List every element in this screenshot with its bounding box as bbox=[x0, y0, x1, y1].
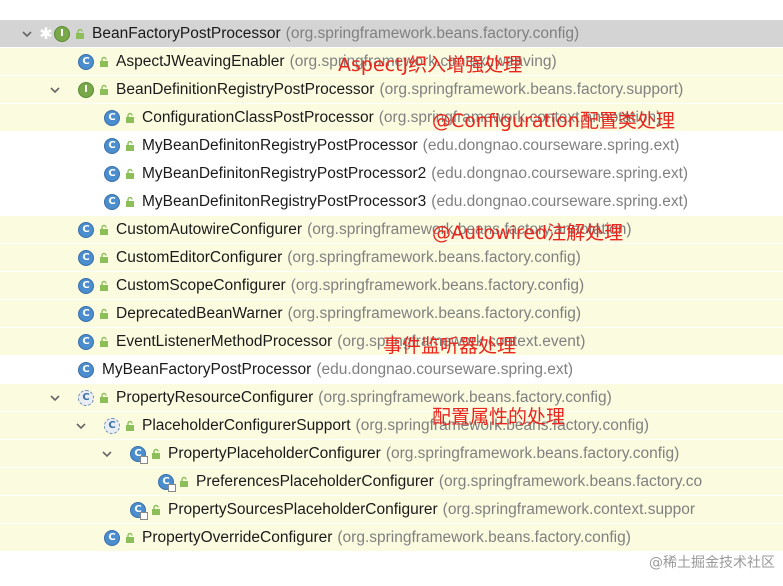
class-icon: C bbox=[78, 221, 94, 238]
class-icon: C bbox=[104, 109, 120, 126]
class-name: MyBeanDefinitonRegistryPostProcessor3 bbox=[142, 192, 427, 210]
chevron-down-icon[interactable] bbox=[48, 83, 62, 97]
lock-icon bbox=[124, 532, 136, 544]
class-name: BeanFactoryPostProcessor bbox=[92, 24, 281, 42]
class-name: CustomScopeConfigurer bbox=[116, 276, 286, 294]
lock-icon bbox=[98, 392, 110, 404]
class-icon: C bbox=[104, 137, 120, 154]
lock-icon bbox=[178, 476, 190, 488]
class-name: PropertyResourceConfigurer bbox=[116, 388, 314, 406]
tree-row-preferences-placeholder-configurer[interactable]: C PreferencesPlaceholderConfigurer (org.… bbox=[0, 468, 783, 495]
package-name: (org.springframework.beans.factory.co bbox=[438, 472, 703, 490]
class-icon: C bbox=[78, 277, 94, 294]
tree-row-deprecated-bean-warner[interactable]: C DeprecatedBeanWarner (org.springframew… bbox=[0, 300, 783, 327]
package-name: (org.springframework.beans.factory.confi… bbox=[285, 24, 580, 42]
annotation-configuration: @Configuration配置类处理 bbox=[432, 110, 675, 132]
lock-icon bbox=[124, 140, 136, 152]
tree-row-my-bean-definiton-registry-post-processor-2[interactable]: C MyBeanDefinitonRegistryPostProcessor2 … bbox=[0, 160, 783, 187]
tree-row-my-bean-definiton-registry-post-processor[interactable]: C MyBeanDefinitonRegistryPostProcessor (… bbox=[0, 132, 783, 159]
package-name: (edu.dongnao.courseware.spring.ext) bbox=[316, 360, 574, 378]
annotation-event-listener: 事件监听器处理 bbox=[383, 335, 517, 357]
class-name: PlaceholderConfigurerSupport bbox=[142, 416, 351, 434]
chevron-down-icon[interactable] bbox=[100, 447, 114, 461]
lock-icon bbox=[124, 196, 136, 208]
lock-icon bbox=[98, 224, 110, 236]
class-icon: C bbox=[104, 529, 120, 546]
interface-icon: I bbox=[78, 81, 94, 98]
lock-icon bbox=[98, 308, 110, 320]
class-icon: C bbox=[78, 361, 94, 378]
class-name: MyBeanDefinitonRegistryPostProcessor2 bbox=[142, 164, 427, 182]
tree-row-bean-definition-registry-post-processor[interactable]: I BeanDefinitionRegistryPostProcessor (o… bbox=[0, 76, 783, 103]
chevron-down-icon[interactable] bbox=[20, 27, 34, 41]
package-name: (edu.dongnao.courseware.spring.ext) bbox=[422, 136, 680, 154]
package-name: (org.springframework.beans.factory.confi… bbox=[337, 528, 631, 546]
lock-icon bbox=[124, 420, 136, 432]
class-icon: C bbox=[130, 445, 148, 464]
class-name: CustomAutowireConfigurer bbox=[116, 220, 303, 238]
annotation-property-config: 配置属性的处理 bbox=[432, 406, 566, 428]
class-icon: C bbox=[78, 305, 94, 322]
tree-row-my-bean-factory-post-processor[interactable]: C MyBeanFactoryPostProcessor (edu.dongna… bbox=[0, 356, 783, 383]
chevron-down-icon[interactable] bbox=[74, 419, 88, 433]
tree-row-bean-factory-post-processor[interactable]: ✱ I BeanFactoryPostProcessor (org.spring… bbox=[0, 20, 783, 47]
package-name: (org.springframework.beans.factory.suppo… bbox=[379, 80, 684, 98]
class-icon: C bbox=[130, 501, 148, 520]
class-icon: C bbox=[104, 165, 120, 182]
class-icon: C bbox=[78, 53, 94, 70]
package-name: (edu.dongnao.courseware.spring.ext) bbox=[431, 192, 689, 210]
lock-icon bbox=[124, 112, 136, 124]
lock-icon bbox=[98, 336, 110, 348]
class-icon: C bbox=[104, 193, 120, 210]
class-icon: C bbox=[158, 473, 176, 492]
package-name: (org.springframework.beans.factory.confi… bbox=[290, 276, 585, 294]
lock-icon bbox=[150, 504, 162, 516]
class-name: MyBeanDefinitonRegistryPostProcessor bbox=[142, 136, 418, 154]
lock-icon bbox=[124, 168, 136, 180]
class-name: PropertyOverrideConfigurer bbox=[142, 528, 333, 546]
class-icon: C bbox=[78, 249, 94, 266]
class-name: EventListenerMethodProcessor bbox=[116, 332, 333, 350]
lock-icon bbox=[98, 252, 110, 264]
class-name: AspectJWeavingEnabler bbox=[116, 52, 285, 70]
tree-row-property-override-configurer[interactable]: C PropertyOverrideConfigurer (org.spring… bbox=[0, 524, 783, 551]
class-name: PropertySourcesPlaceholderConfigurer bbox=[168, 500, 438, 518]
package-name: (org.springframework.beans.factory.confi… bbox=[385, 444, 680, 462]
tree-row-placeholder-configurer-support[interactable]: C PlaceholderConfigurerSupport (org.spri… bbox=[0, 412, 783, 439]
abstract-class-icon: C bbox=[104, 417, 120, 434]
package-name: (org.springframework.context.suppor bbox=[442, 500, 696, 518]
class-name: CustomEditorConfigurer bbox=[116, 248, 283, 266]
lock-icon bbox=[98, 280, 110, 292]
tree-row-custom-scope-configurer[interactable]: C CustomScopeConfigurer (org.springframe… bbox=[0, 272, 783, 299]
annotation-aspectj: AspectJ织入增强处理 bbox=[338, 54, 523, 76]
abstract-class-icon: C bbox=[78, 389, 94, 406]
class-name: MyBeanFactoryPostProcessor bbox=[102, 360, 312, 378]
package-name: (org.springframework.beans.factory.confi… bbox=[287, 248, 581, 266]
lock-icon bbox=[98, 84, 110, 96]
chevron-down-icon[interactable] bbox=[48, 391, 62, 405]
tree-row-custom-autowire-configurer[interactable]: C CustomAutowireConfigurer (org.springfr… bbox=[0, 216, 783, 243]
tree-row-my-bean-definiton-registry-post-processor-3[interactable]: C MyBeanDefinitonRegistryPostProcessor3 … bbox=[0, 188, 783, 215]
tree-row-custom-editor-configurer[interactable]: C CustomEditorConfigurer (org.springfram… bbox=[0, 244, 783, 271]
interface-icon: I bbox=[54, 25, 70, 42]
class-name: PreferencesPlaceholderConfigurer bbox=[196, 472, 434, 490]
class-icon: C bbox=[78, 333, 94, 350]
class-name: PropertyPlaceholderConfigurer bbox=[168, 444, 381, 462]
class-name: BeanDefinitionRegistryPostProcessor bbox=[116, 80, 375, 98]
lock-icon bbox=[74, 28, 86, 40]
class-name: DeprecatedBeanWarner bbox=[116, 304, 283, 322]
tree-row-property-placeholder-configurer[interactable]: C PropertyPlaceholderConfigurer (org.spr… bbox=[0, 440, 783, 467]
lock-icon bbox=[98, 56, 110, 68]
package-name: (org.springframework.beans.factory.confi… bbox=[287, 304, 582, 322]
tree-row-property-sources-placeholder-configurer[interactable]: C PropertySourcesPlaceholderConfigurer (… bbox=[0, 496, 783, 523]
tree-row-property-resource-configurer[interactable]: C PropertyResourceConfigurer (org.spring… bbox=[0, 384, 783, 411]
package-name: (edu.dongnao.courseware.spring.ext) bbox=[431, 164, 689, 182]
annotation-autowired: @Autowired注解处理 bbox=[432, 222, 624, 244]
class-name: ConfigurationClassPostProcessor bbox=[142, 108, 374, 126]
watermark: @稀土掘金技术社区 bbox=[649, 555, 775, 571]
lock-icon bbox=[150, 448, 162, 460]
star-icon: ✱ bbox=[39, 25, 53, 43]
